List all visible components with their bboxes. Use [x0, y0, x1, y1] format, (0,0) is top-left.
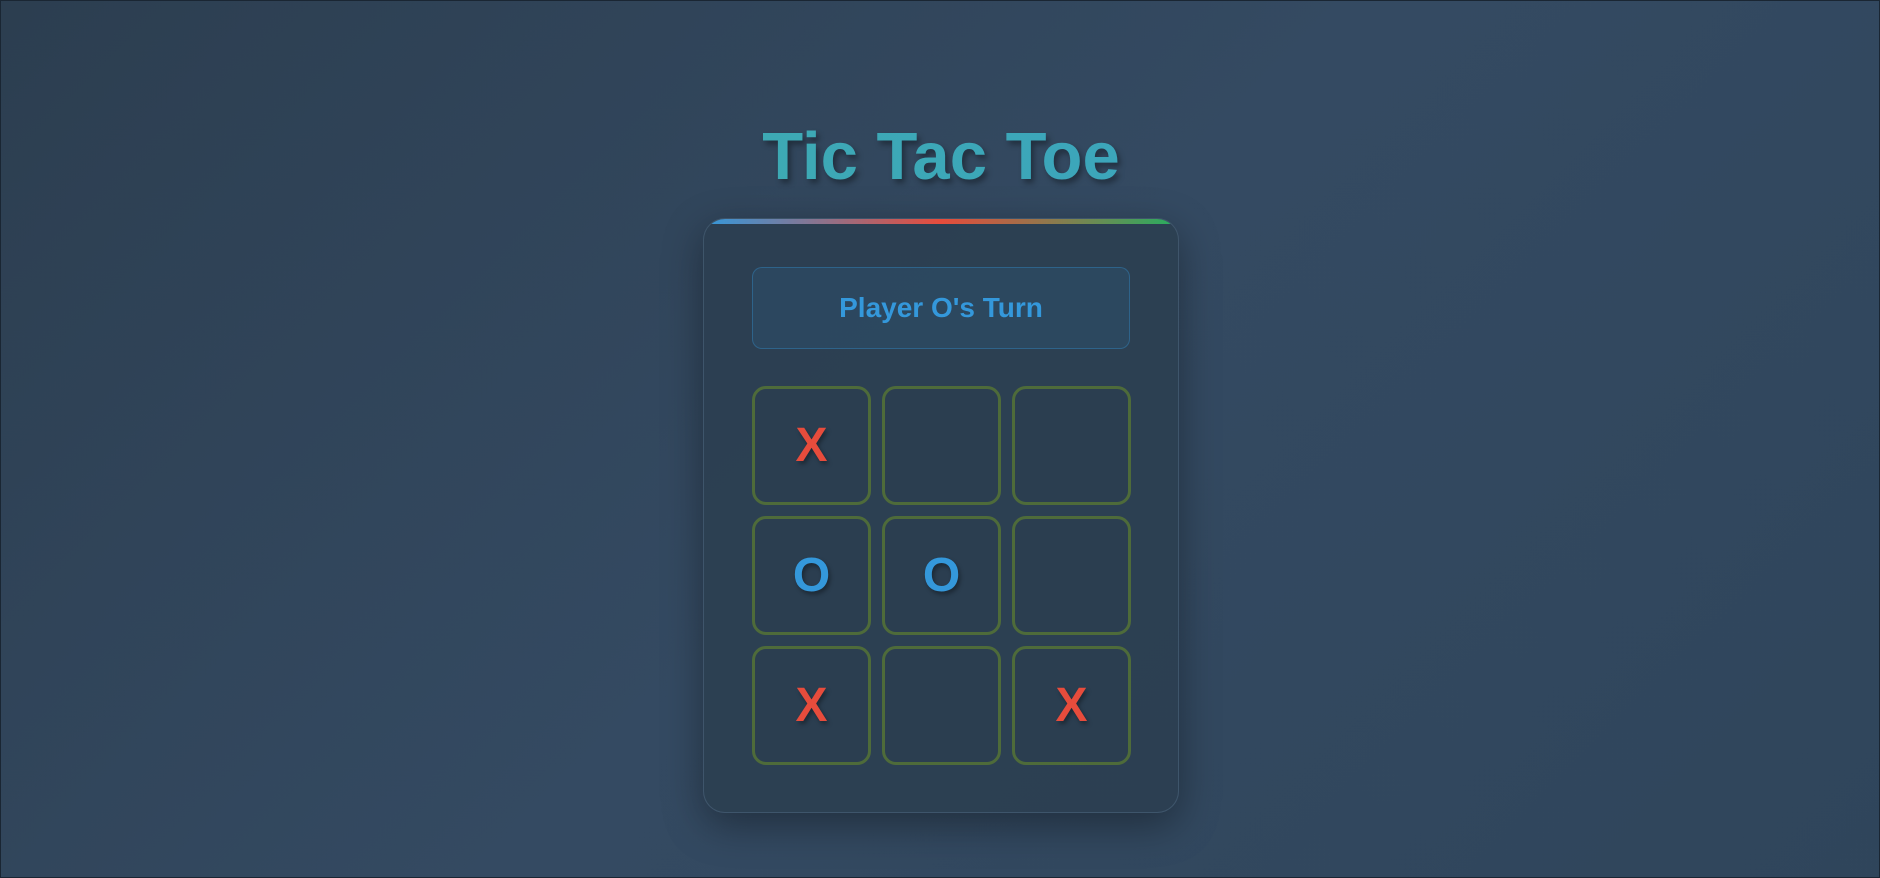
game-board: X O O X X: [752, 386, 1132, 765]
board-cell[interactable]: X: [1012, 646, 1131, 765]
board-cell[interactable]: [1012, 516, 1131, 635]
board-cell[interactable]: O: [882, 516, 1001, 635]
board-cell[interactable]: [882, 386, 1001, 505]
board-cell[interactable]: [882, 646, 1001, 765]
board-cell[interactable]: O: [752, 516, 871, 635]
game-card: Player O's Turn X O O X X: [703, 218, 1179, 813]
turn-status: Player O's Turn: [752, 267, 1130, 349]
board-cell[interactable]: [1012, 386, 1131, 505]
game-title: Tic Tac Toe: [1, 118, 1880, 196]
card-accent-bar: [704, 219, 1178, 224]
board-cell[interactable]: X: [752, 386, 871, 505]
board-cell[interactable]: X: [752, 646, 871, 765]
